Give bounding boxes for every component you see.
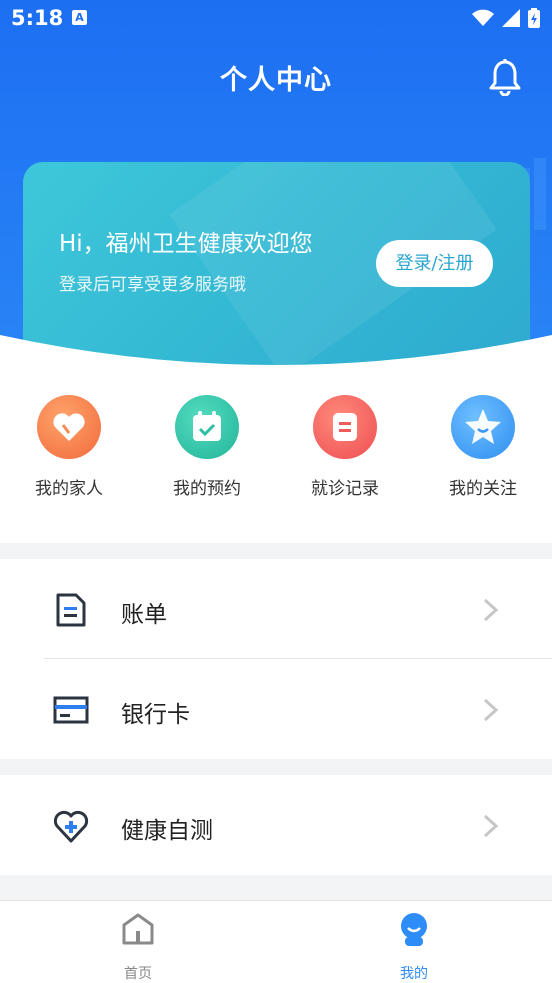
chevron-right-icon	[483, 814, 499, 838]
quick-label: 就诊记录	[311, 479, 379, 499]
quick-label: 我的关注	[449, 479, 517, 499]
home-icon	[122, 913, 154, 945]
menu-group-payments: 账单 银行卡	[0, 559, 552, 759]
battery-icon	[528, 8, 540, 28]
signal-icon	[502, 9, 520, 27]
credit-card-icon	[53, 696, 89, 724]
status-bar: 5:18 A	[0, 0, 552, 38]
quick-visit-records[interactable]: 就诊记录	[290, 395, 400, 499]
welcome-greeting: Hi，福州卫生健康欢迎您	[59, 231, 313, 257]
menu-label: 银行卡	[121, 702, 190, 728]
bottom-tab-bar: 首页 我的	[0, 900, 552, 983]
calendar-check-icon	[175, 395, 239, 459]
heart-icon	[37, 395, 101, 459]
tab-label: 首页	[124, 966, 152, 982]
menu-group-health: 健康自测	[0, 775, 552, 875]
chevron-right-icon	[483, 598, 499, 622]
quick-my-family[interactable]: 我的家人	[14, 395, 124, 499]
document-icon	[56, 593, 86, 627]
quick-actions: 我的家人 我的预约 就诊记录 我的关注	[0, 370, 552, 543]
wifi-icon	[472, 9, 494, 26]
status-icons	[472, 8, 540, 28]
bell-icon[interactable]	[488, 58, 522, 96]
menu-item-health-test[interactable]: 健康自测	[0, 775, 552, 875]
quick-my-appointment[interactable]: 我的预约	[152, 395, 262, 499]
quick-my-follow[interactable]: 我的关注	[428, 395, 538, 499]
tab-home[interactable]: 首页	[93, 911, 183, 983]
login-register-button[interactable]: 登录/注册	[376, 240, 493, 287]
welcome-subtitle: 登录后可享受更多服务哦	[59, 275, 246, 295]
notification-a-icon: A	[72, 10, 87, 25]
menu-label: 账单	[121, 602, 167, 628]
heart-plus-icon	[53, 810, 89, 843]
tab-mine[interactable]: 我的	[369, 911, 459, 983]
page-title: 个人中心	[220, 65, 332, 96]
chevron-right-icon	[483, 698, 499, 722]
menu-label: 健康自测	[121, 818, 213, 844]
quick-label: 我的预约	[173, 479, 241, 499]
status-time: 5:18	[11, 6, 64, 30]
record-icon	[313, 395, 377, 459]
star-icon	[451, 395, 515, 459]
person-icon	[401, 913, 427, 946]
tab-label: 我的	[400, 966, 428, 982]
menu-item-bill[interactable]: 账单	[0, 559, 552, 659]
quick-label: 我的家人	[35, 479, 103, 499]
menu-item-bank-card[interactable]: 银行卡	[0, 659, 552, 759]
